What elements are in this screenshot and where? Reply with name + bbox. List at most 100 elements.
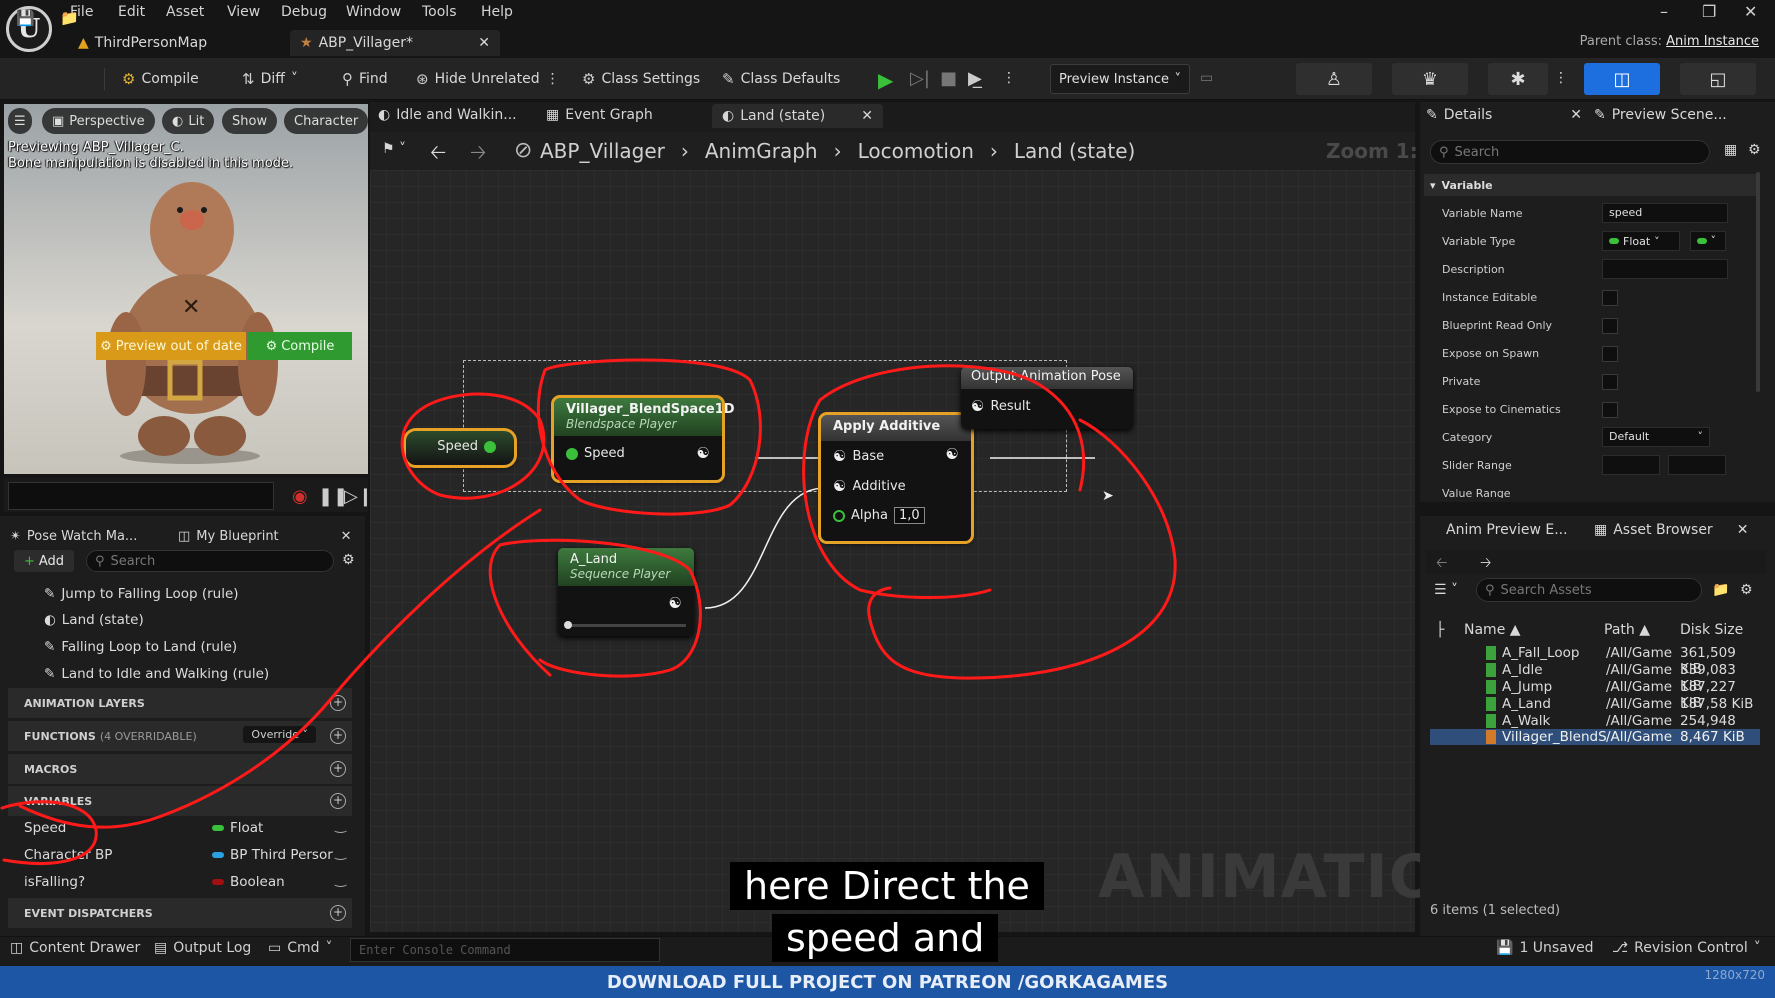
private-checkbox[interactable]: [1602, 374, 1618, 390]
mesh-mode-button[interactable]: ♛: [1392, 63, 1468, 95]
tab-thirdpersonmap[interactable]: ▲ ThirdPersonMap: [68, 30, 217, 56]
section-event-dispatchers[interactable]: EVENT DISPATCHERS +: [8, 898, 352, 928]
details-section-variable[interactable]: ▾ Variable: [1424, 174, 1760, 196]
details-search-input[interactable]: ⚲ Search: [1430, 140, 1710, 164]
slider-range-min-input[interactable]: [1602, 455, 1660, 475]
variable-row[interactable]: Speed Float ‿: [8, 816, 352, 842]
variable-name-input[interactable]: speed: [1602, 203, 1728, 223]
settings-icon[interactable]: ⚙: [1748, 142, 1761, 158]
folder-icon[interactable]: 📁: [1712, 582, 1729, 598]
filter-icon[interactable]: ☰ ˅: [1434, 582, 1458, 598]
tab-anim-preview-editor[interactable]: Anim Preview E...: [1446, 522, 1568, 538]
class-defaults-button[interactable]: ✎ Class Defaults: [722, 70, 840, 88]
speed-input-pin[interactable]: Speed: [566, 446, 625, 461]
perspective-button[interactable]: ▣ Perspective: [42, 108, 155, 134]
preview-viewport[interactable]: ☰ ▣ Perspective ◐ Lit Show Character Pre…: [4, 104, 368, 474]
blueprint-mode-button[interactable]: ◫: [1584, 63, 1660, 95]
menu-help[interactable]: Help: [481, 4, 513, 20]
expose-to-cinematics-checkbox[interactable]: [1602, 402, 1618, 418]
add-icon[interactable]: +: [330, 761, 346, 777]
tab-land-state[interactable]: ◐ Land (state) ✕: [712, 104, 883, 128]
alpha-input-pin[interactable]: Alpha 1,0: [833, 507, 925, 524]
column-size[interactable]: Disk Size: [1680, 622, 1743, 638]
compile-button[interactable]: ⚙ Compile: [122, 70, 199, 88]
asset-search-input[interactable]: ⚲ Search Assets: [1476, 578, 1702, 602]
asset-row[interactable]: A_Walk /All/Game 254,948 KiB: [1430, 713, 1760, 745]
cmd-dropdown[interactable]: ▭ Cmd ˅: [268, 940, 333, 956]
speed-variable-node[interactable]: Speed: [403, 428, 517, 468]
eye-closed-icon[interactable]: ‿: [335, 845, 346, 861]
asset-row[interactable]: A_Idle /All/Game 339,083 KiB: [1430, 662, 1760, 694]
column-path[interactable]: Path ▲: [1604, 622, 1650, 638]
expose-on-spawn-checkbox[interactable]: [1602, 346, 1618, 362]
character-button[interactable]: Character: [284, 108, 368, 134]
preview-out-of-date-button[interactable]: ⚙ Preview out of date: [96, 332, 246, 360]
graph-item[interactable]: ✎ Land to Idle and Walking (rule): [44, 666, 269, 682]
play-icon[interactable]: ▶: [878, 68, 893, 92]
breadcrumb-item[interactable]: AnimGraph: [705, 139, 818, 163]
close-tab-icon[interactable]: ✕: [1737, 522, 1749, 538]
base-input-pin[interactable]: ☯ Base: [833, 447, 884, 465]
close-tab-icon[interactable]: ✕: [341, 529, 352, 544]
container-type-dropdown[interactable]: ˅: [1690, 231, 1726, 251]
blueprint-search-input[interactable]: ⚲ Search: [86, 550, 334, 572]
variable-type-dropdown[interactable]: Float ˅: [1602, 231, 1680, 251]
tab-event-graph[interactable]: ▦ Event Graph: [546, 107, 653, 123]
more-icon[interactable]: ⋮: [546, 71, 560, 87]
skeleton-mode-button[interactable]: ♙: [1296, 63, 1372, 95]
settings-icon[interactable]: ⚙: [1740, 582, 1753, 598]
timeline-scrubber[interactable]: [8, 482, 274, 510]
blendspace-player-node[interactable]: Villager_BlendSpace1D Blendspace Player …: [551, 395, 735, 483]
close-tab-icon[interactable]: ✕: [861, 108, 873, 124]
sequence-player-node[interactable]: A_Land Sequence Player ☯: [558, 548, 694, 636]
graph-item[interactable]: ✎ Falling Loop to Land (rule): [44, 639, 237, 655]
description-input[interactable]: [1602, 259, 1728, 279]
details-scrollbar[interactable]: [1756, 172, 1760, 392]
step-icon[interactable]: ▷|: [910, 68, 930, 89]
bookmark-icon[interactable]: ⚑ ˅: [382, 141, 406, 157]
graph-item[interactable]: ✎ Jump to Falling Loop (rule): [44, 586, 239, 602]
category-dropdown[interactable]: Default ˅: [1602, 427, 1710, 447]
section-animation-layers[interactable]: ANIMATION LAYERS +: [8, 688, 352, 718]
tab-asset-browser[interactable]: ▦ Asset Browser ✕: [1594, 522, 1748, 538]
tab-pose-watch[interactable]: ✴ Pose Watch Ma...: [10, 522, 137, 550]
menu-window[interactable]: Window: [346, 4, 401, 20]
content-drawer-button[interactable]: ◫ Content Drawer: [10, 940, 140, 956]
asset-row-selected[interactable]: Villager_BlendSpa /All/Game 8,467 KiB: [1430, 729, 1760, 745]
eject-icon[interactable]: ▶̲: [968, 68, 982, 89]
output-animation-pose-node[interactable]: Output Animation Pose ☯ Result: [961, 367, 1133, 429]
console-command-input[interactable]: Enter Console Command: [350, 938, 660, 962]
hide-unrelated-button[interactable]: ⊛ Hide Unrelated ⋮: [416, 70, 560, 88]
breadcrumb-item[interactable]: ABP_Villager: [540, 139, 665, 163]
instance-editable-checkbox[interactable]: [1602, 290, 1618, 306]
tab-details[interactable]: ✎ Details ✕: [1426, 107, 1582, 123]
close-tab-icon[interactable]: ✕: [478, 35, 490, 51]
pose-output-icon[interactable]: ☯: [946, 445, 959, 463]
diff-button[interactable]: ⇅ Diff ˅: [242, 70, 298, 88]
preview-instance-dropdown[interactable]: Preview Instance ˅: [1050, 64, 1190, 94]
unsaved-button[interactable]: 💾 1 Unsaved: [1496, 940, 1594, 956]
section-variables[interactable]: VARIABLES +: [8, 786, 352, 816]
settings-icon[interactable]: ⚙: [342, 552, 355, 568]
graph-item[interactable]: ◐ Land (state): [44, 612, 144, 628]
forward-arrow-icon[interactable]: 🡢: [1480, 552, 1491, 576]
lit-button[interactable]: ◐ Lit: [162, 108, 215, 134]
alpha-value-input[interactable]: 1,0: [893, 507, 925, 524]
menu-tools[interactable]: Tools: [422, 4, 457, 20]
find-button[interactable]: ⚲ Find: [342, 70, 388, 88]
breadcrumb-item[interactable]: Land (state): [1014, 139, 1135, 163]
tab-idle-and-walking[interactable]: ◐ Idle and Walkin...: [378, 107, 517, 123]
variable-row[interactable]: isFalling? Boolean ‿: [8, 870, 352, 896]
asset-row[interactable]: A_Fall_Loop /All/Game 361,509 KiB: [1430, 645, 1760, 677]
tab-preview-scene[interactable]: ✎ Preview Scene...: [1594, 107, 1727, 123]
menu-view[interactable]: View: [227, 4, 260, 20]
minimize-icon[interactable]: –: [1660, 2, 1668, 21]
viewport-compile-button[interactable]: ⚙ Compile: [248, 332, 352, 360]
add-icon[interactable]: +: [330, 793, 346, 809]
asset-row[interactable]: A_Land /All/Game 187,58 KiB: [1430, 696, 1760, 712]
result-input-pin[interactable]: ☯ Result: [971, 397, 1031, 415]
class-settings-button[interactable]: ⚙ Class Settings: [582, 70, 700, 88]
add-icon[interactable]: +: [330, 695, 346, 711]
parent-class-link[interactable]: Anim Instance: [1666, 34, 1759, 49]
output-log-button[interactable]: ▤ Output Log: [154, 940, 251, 956]
